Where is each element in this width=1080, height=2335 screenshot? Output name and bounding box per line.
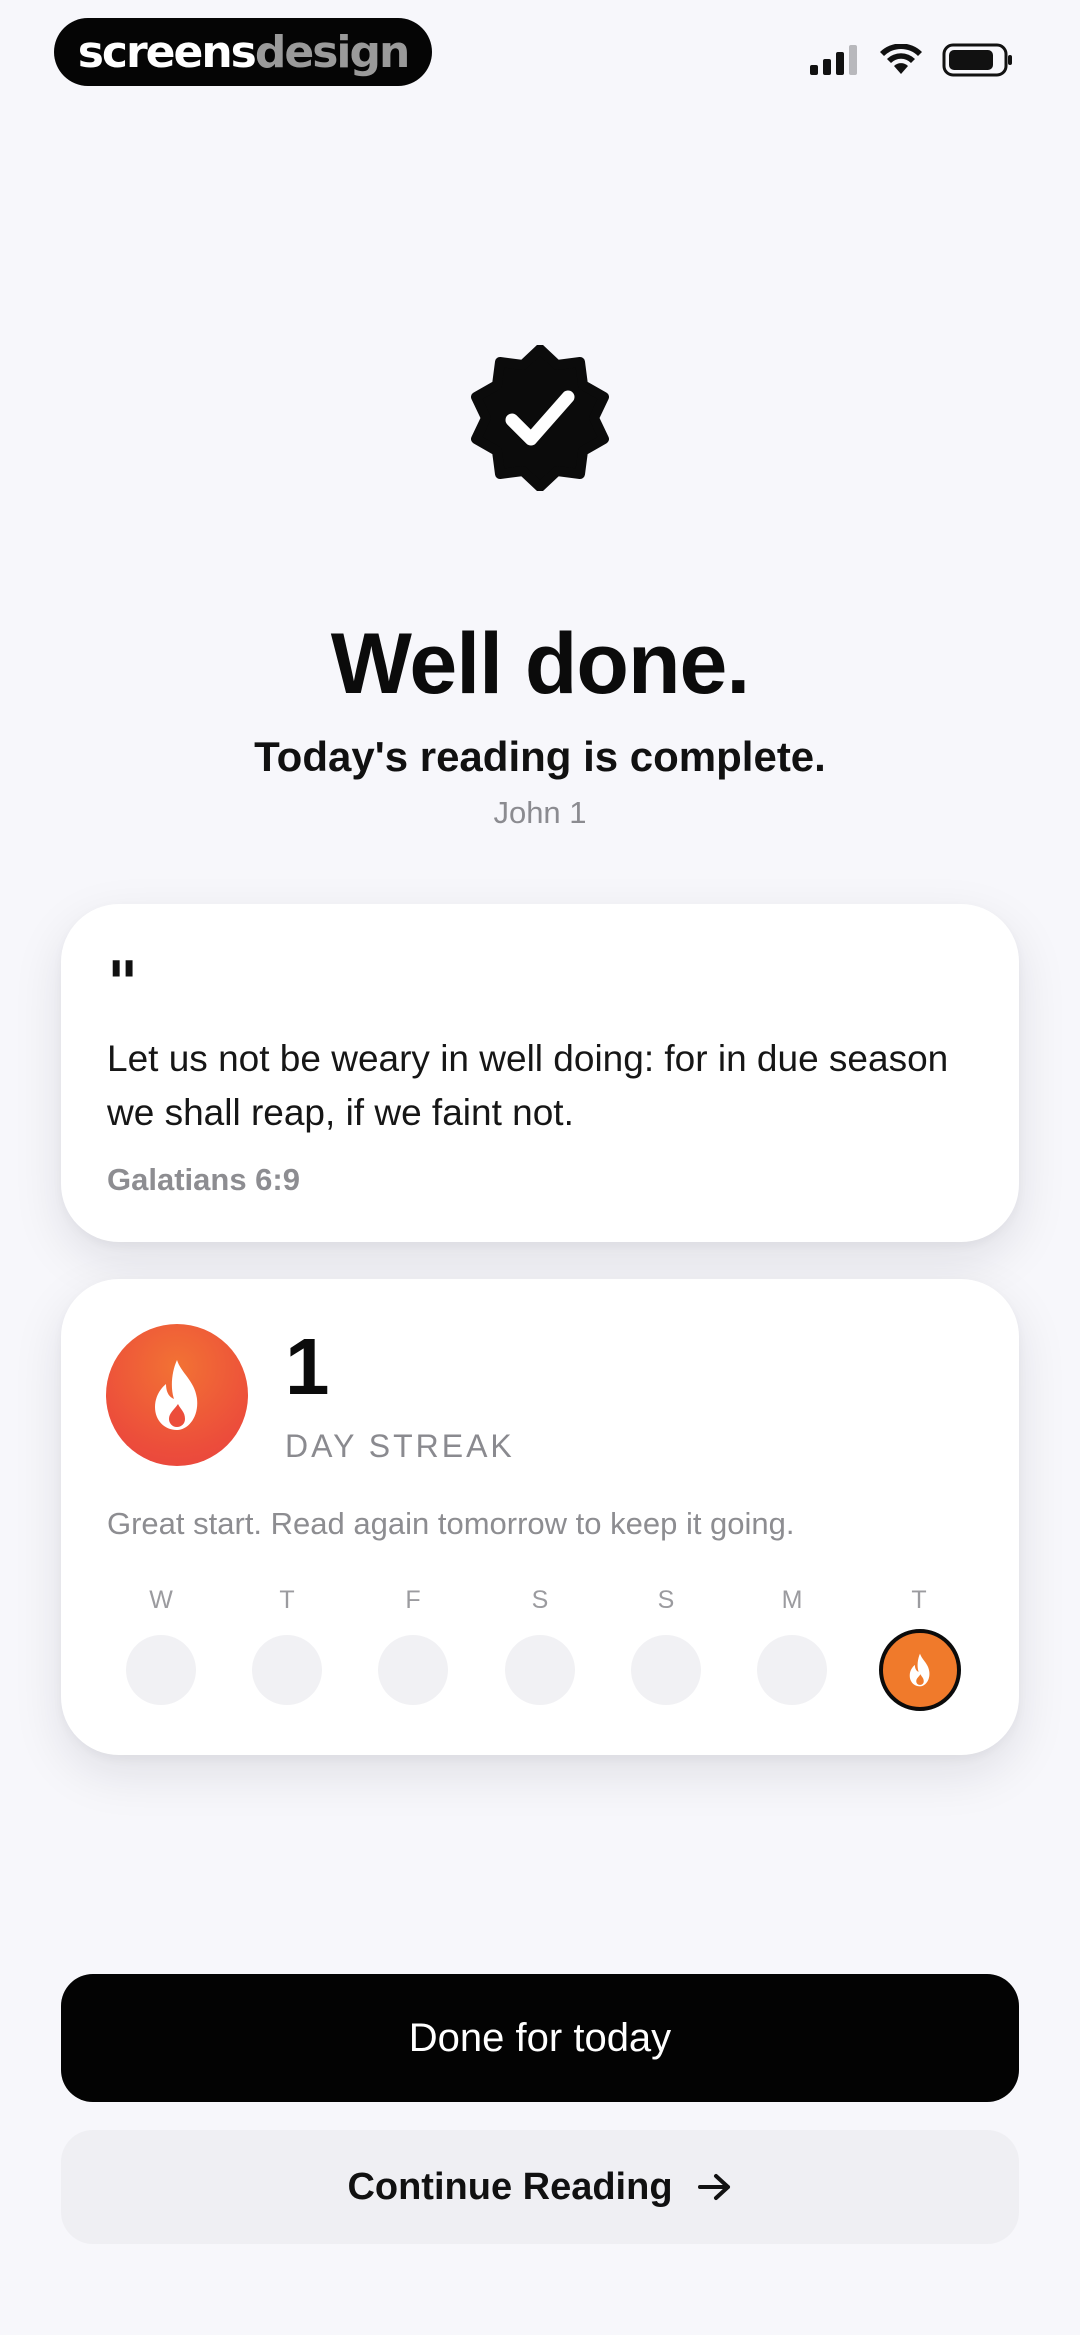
streak-count: 1 bbox=[285, 1322, 330, 1411]
day-letter: T bbox=[911, 1586, 927, 1614]
week-tracker: W T F S S M T bbox=[61, 1585, 1019, 1711]
day-column: M bbox=[752, 1585, 832, 1705]
wifi-icon bbox=[880, 44, 922, 74]
day-column-today: T bbox=[879, 1585, 961, 1711]
day-dot bbox=[252, 1635, 322, 1705]
day-letter: S bbox=[531, 1586, 549, 1614]
signal-icon bbox=[810, 45, 857, 75]
day-column: F bbox=[373, 1585, 453, 1705]
flame-icon bbox=[155, 1360, 198, 1430]
streak-label: DAY STREAK bbox=[285, 1428, 515, 1464]
day-letter: S bbox=[657, 1586, 675, 1614]
arrow-right-icon bbox=[697, 2174, 730, 2200]
day-dot bbox=[378, 1635, 448, 1705]
day-letter: T bbox=[279, 1586, 295, 1614]
streak-card: 1 DAY STREAK Great start. Read again tom… bbox=[61, 1279, 1019, 1755]
day-letter: F bbox=[405, 1586, 421, 1614]
day-column: S bbox=[626, 1585, 706, 1705]
day-dot bbox=[126, 1635, 196, 1705]
day-dot-active bbox=[879, 1629, 961, 1711]
continue-reading-button[interactable]: Continue Reading bbox=[61, 2130, 1019, 2244]
battery-icon bbox=[942, 43, 1012, 77]
flame-icon bbox=[909, 1653, 930, 1687]
day-letter: M bbox=[781, 1586, 803, 1614]
streak-message: Great start. Read again tomorrow to keep… bbox=[107, 1506, 795, 1541]
status-icons bbox=[810, 42, 1014, 78]
verse-card: " Let us not be weary in well doing: for… bbox=[61, 904, 1019, 1242]
brand-text-screens: screens bbox=[77, 26, 257, 78]
completion-subtitle: Today's reading is complete. bbox=[254, 733, 826, 780]
brand-logo: screens design bbox=[54, 18, 432, 86]
day-dot bbox=[505, 1635, 575, 1705]
verse-reference: Galatians 6:9 bbox=[107, 1162, 300, 1197]
done-for-today-button[interactable]: Done for today bbox=[61, 1974, 1019, 2102]
day-letter: W bbox=[149, 1586, 173, 1614]
verse-text: Let us not be weary in well doing: for i… bbox=[107, 1038, 949, 1133]
day-column: W bbox=[121, 1585, 201, 1705]
page-title: Well done. bbox=[330, 616, 750, 712]
day-dot bbox=[757, 1635, 827, 1705]
quote-mark-icon: " bbox=[107, 949, 139, 1019]
continue-reading-label: Continue Reading bbox=[347, 2165, 673, 2208]
streak-flame-badge bbox=[106, 1324, 248, 1466]
day-column: S bbox=[500, 1585, 580, 1705]
verified-badge-icon bbox=[471, 345, 609, 491]
reading-reference: John 1 bbox=[493, 795, 587, 830]
brand-text-design: design bbox=[254, 26, 410, 78]
day-dot bbox=[631, 1635, 701, 1705]
day-column: T bbox=[247, 1585, 327, 1705]
